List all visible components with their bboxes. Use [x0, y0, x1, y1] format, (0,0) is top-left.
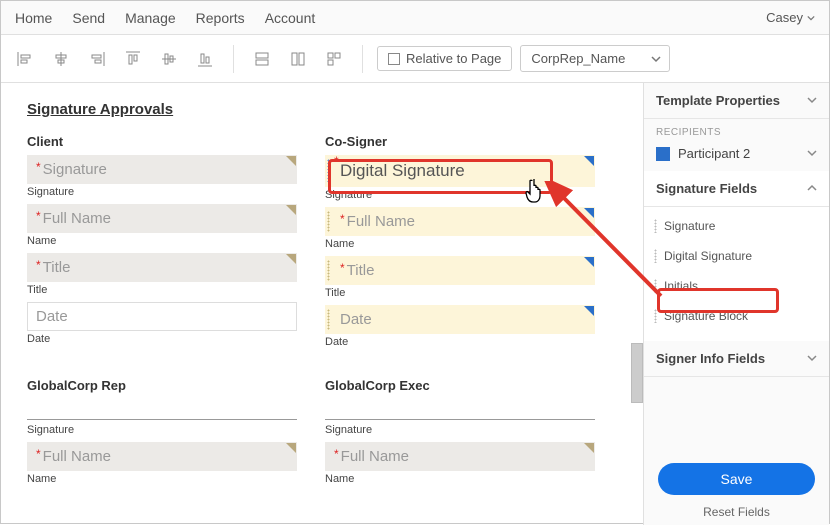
align-bottom-icon[interactable] [191, 45, 219, 73]
chevron-down-icon [651, 52, 661, 67]
field-type-digital-signature[interactable]: Digital Signature [644, 241, 829, 271]
field-type-signature-block[interactable]: Signature Block [644, 301, 829, 331]
page-title: Signature Approvals [27, 101, 617, 118]
field-title[interactable]: *Title [27, 253, 297, 282]
align-middle-v-icon[interactable] [155, 45, 183, 73]
field-signature[interactable]: *Signature [27, 155, 297, 184]
user-menu[interactable]: Casey [766, 10, 815, 25]
nav-manage[interactable]: Manage [125, 10, 176, 26]
recipients-heading: RECIPIENTS [644, 119, 829, 142]
match-both-icon[interactable] [320, 45, 348, 73]
chevron-down-icon [807, 351, 817, 366]
field-label: Signature [325, 189, 595, 201]
field-date[interactable]: Date [325, 305, 595, 334]
chevron-down-icon [807, 93, 817, 108]
field-label: Title [27, 284, 297, 296]
toolbar: Relative to Page CorpRep_Name [1, 35, 829, 83]
field-label: Name [27, 473, 297, 485]
field-title[interactable]: *Title [325, 256, 595, 285]
field-type-signature[interactable]: Signature [644, 211, 829, 241]
group-title: Client [27, 134, 297, 149]
group-client: Client *Signature Signature *Full Name N… [27, 134, 297, 354]
field-fullname[interactable]: *Full Name [325, 207, 595, 236]
field-fullname[interactable]: *Full Name [325, 442, 595, 471]
scrollbar-thumb[interactable] [631, 343, 643, 403]
field-name-select[interactable]: CorpRep_Name [520, 45, 670, 72]
nav-home[interactable]: Home [15, 10, 52, 26]
align-left-icon[interactable] [11, 45, 39, 73]
reset-fields-link[interactable]: Reset Fields [644, 499, 829, 525]
group-title: GlobalCorp Exec [325, 378, 595, 393]
sidebar: Template Properties RECIPIENTS Participa… [643, 83, 829, 525]
select-value: CorpRep_Name [531, 51, 625, 66]
field-label: Signature [27, 424, 297, 436]
relative-to-page-toggle[interactable]: Relative to Page [377, 46, 512, 71]
field-date[interactable]: Date [27, 302, 297, 331]
align-right-icon[interactable] [83, 45, 111, 73]
color-swatch-icon [656, 147, 670, 161]
field-fullname[interactable]: *Full Name [27, 204, 297, 233]
group-gc-rep: GlobalCorp Rep Signature *Full Name Name [27, 378, 297, 491]
group-title: GlobalCorp Rep [27, 378, 297, 393]
field-label: Date [325, 336, 595, 348]
panel-signature-fields[interactable]: Signature Fields [644, 171, 829, 207]
field-label: Signature [325, 424, 595, 436]
align-top-icon[interactable] [119, 45, 147, 73]
user-name: Casey [766, 10, 803, 25]
group-title: Co-Signer [325, 134, 595, 149]
field-label: Date [27, 333, 297, 345]
group-gc-exec: GlobalCorp Exec Signature *Full Name Nam… [325, 378, 595, 491]
caret-down-icon [807, 10, 815, 25]
nav-send[interactable]: Send [72, 10, 105, 26]
chevron-up-icon [807, 181, 817, 196]
top-nav: Home Send Manage Reports Account Casey [1, 1, 829, 35]
nav-reports[interactable]: Reports [196, 10, 245, 26]
field-label: Title [325, 287, 595, 299]
chevron-down-icon [807, 146, 817, 161]
checkbox-icon [388, 53, 400, 65]
save-button[interactable]: Save [658, 463, 815, 495]
field-fullname[interactable]: *Full Name [27, 442, 297, 471]
panel-signer-info-fields[interactable]: Signer Info Fields [644, 341, 829, 377]
align-center-h-icon[interactable] [47, 45, 75, 73]
field-digital-signature[interactable]: *Digital Signature [325, 155, 595, 187]
form-canvas[interactable]: Signature Approvals Client *Signature Si… [1, 83, 643, 525]
field-label: Name [325, 473, 595, 485]
field-label: Signature [27, 186, 297, 198]
field-label: Name [27, 235, 297, 247]
recipient-select[interactable]: Participant 2 [644, 142, 829, 171]
match-width-icon[interactable] [248, 45, 276, 73]
group-cosigner: Co-Signer *Digital Signature Signature *… [325, 134, 595, 354]
field-type-initials[interactable]: Initials [644, 271, 829, 301]
nav-account[interactable]: Account [265, 10, 316, 26]
field-label: Name [325, 238, 595, 250]
relative-label: Relative to Page [406, 51, 501, 66]
panel-template-properties[interactable]: Template Properties [644, 83, 829, 119]
match-height-icon[interactable] [284, 45, 312, 73]
